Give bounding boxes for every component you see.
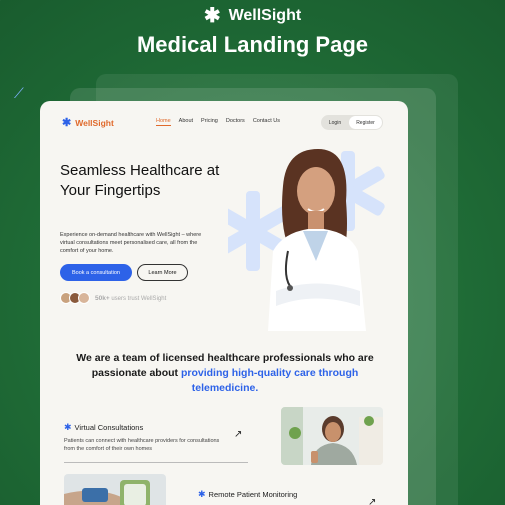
service-remote-monitoring[interactable]: ✱ Remote Patient Monitoring xyxy=(198,489,297,500)
site-logo-text: WellSight xyxy=(75,117,114,128)
team-statement: We are a team of licensed healthcare pro… xyxy=(60,351,390,396)
nav-item-home[interactable]: Home xyxy=(156,118,171,126)
social-proof: 50k+ users trust WellSight xyxy=(60,292,166,304)
book-consultation-button[interactable]: Book a consultation xyxy=(60,264,132,281)
users-label: users trust WellSight xyxy=(111,295,167,302)
service-virtual-consultations[interactable]: ✱ Virtual Consultations xyxy=(64,422,143,433)
users-count: 50k+ xyxy=(95,294,110,302)
doctor-hero-image xyxy=(228,149,385,331)
monitoring-photo xyxy=(64,474,166,505)
asterisk-logo-icon: ✱ xyxy=(62,117,72,129)
page-headline: Medical Landing Page xyxy=(136,32,369,57)
site-nav: ✱ WellSight Home About Pricing Doctors C… xyxy=(40,115,408,131)
arrow-up-right-icon[interactable]: ↗ xyxy=(234,429,242,440)
divider xyxy=(64,462,248,463)
avatar xyxy=(78,292,90,304)
brand-header: ✱ WellSight xyxy=(0,6,505,26)
social-proof-text: 50k+ users trust WellSight xyxy=(95,295,166,302)
nav-menu: Home About Pricing Doctors Contact Us xyxy=(156,118,280,126)
login-button[interactable]: Login xyxy=(321,120,349,126)
learn-more-button[interactable]: Learn More xyxy=(137,264,188,281)
asterisk-star-icon: ✱ xyxy=(203,5,221,27)
team-statement-highlight: providing high-quality care through tele… xyxy=(180,367,359,394)
asterisk-bullet-icon: ✱ xyxy=(64,422,72,432)
service-title: Remote Patient Monitoring xyxy=(208,490,298,499)
asterisk-bullet-icon: ✱ xyxy=(198,489,206,499)
site-logo[interactable]: ✱ WellSight xyxy=(62,116,114,129)
service-title: Virtual Consultations xyxy=(74,423,144,432)
brand-name: WellSight xyxy=(228,7,302,24)
nav-item-doctors[interactable]: Doctors xyxy=(226,118,245,126)
service-description: Patients can connect with healthcare pro… xyxy=(64,438,220,452)
consultation-photo xyxy=(281,407,383,465)
nav-item-contact[interactable]: Contact Us xyxy=(253,118,280,126)
auth-toggle: Login Register xyxy=(321,115,383,130)
hero-description: Experience on-demand healthcare with Wel… xyxy=(60,232,202,254)
arrow-up-right-icon[interactable]: ↗ xyxy=(368,497,376,505)
landing-page-preview: ✱ WellSight Home About Pricing Doctors C… xyxy=(40,101,408,505)
hero-title: Seamless Healthcare at Your Fingertips xyxy=(60,162,220,199)
nav-item-about[interactable]: About xyxy=(179,118,193,126)
nav-item-pricing[interactable]: Pricing xyxy=(201,118,218,126)
sparkle-lines-icon: ⟋ xyxy=(14,85,24,101)
register-button[interactable]: Register xyxy=(349,116,382,129)
